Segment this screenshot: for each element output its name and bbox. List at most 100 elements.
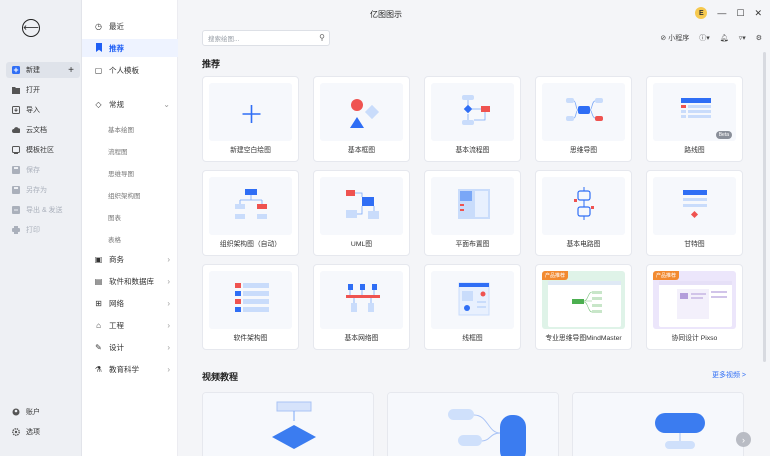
category-design[interactable]: ✎ 设计 › xyxy=(82,338,178,356)
uml-icon xyxy=(346,190,379,219)
flowchart-icon xyxy=(462,95,490,125)
rail-item-import[interactable]: 导入 xyxy=(6,102,80,118)
template-card-gantt[interactable]: 甘特图 xyxy=(646,170,743,256)
chevron-right-icon[interactable]: › xyxy=(736,432,751,447)
rail-item-label: 另存为 xyxy=(26,187,47,194)
category-recommended[interactable]: 推荐 xyxy=(82,39,178,57)
card-thumbnail: 产品推荐 xyxy=(542,271,625,329)
category-network[interactable]: ⊞ 网络 › xyxy=(82,294,178,312)
chevron-right-icon: › xyxy=(167,364,170,374)
gear-icon[interactable]: ⚙ xyxy=(756,34,762,42)
template-card-floorplan[interactable]: 平面布置图 xyxy=(424,170,521,256)
print-icon xyxy=(12,226,20,234)
category-engineering[interactable]: ⌂ 工程 › xyxy=(82,316,178,334)
rail-item-cloud[interactable]: 云文档 xyxy=(6,122,80,138)
rail-item-account[interactable]: 账户 xyxy=(6,404,80,420)
subcategory-org[interactable]: 组织架构图 xyxy=(108,190,141,200)
template-card-roadmap[interactable]: Beta 路线图 xyxy=(646,76,743,162)
rail-item-label: 导入 xyxy=(26,107,40,114)
org-chart-icon xyxy=(235,189,267,219)
mini-program-button[interactable]: ⊘ 小程序 xyxy=(660,33,689,43)
rail-item-options[interactable]: 选项 xyxy=(6,424,80,440)
chevron-right-icon: › xyxy=(167,320,170,330)
chevron-right-icon: › xyxy=(167,342,170,352)
database-icon: ▤ xyxy=(94,276,103,286)
tag-icon: ◇ xyxy=(95,99,102,109)
card-label: 线框图 xyxy=(462,335,483,342)
template-card-uml[interactable]: UML图 xyxy=(313,170,410,256)
subcategory-mindmap[interactable]: 思维导图 xyxy=(108,168,134,178)
video-card[interactable] xyxy=(202,392,374,456)
category-software[interactable]: ▤ 软件和数据库 › xyxy=(82,272,178,290)
folder-icon xyxy=(12,86,20,94)
template-card-flowchart[interactable]: 基本流程图 xyxy=(424,76,521,162)
rail-item-print[interactable]: 打印 xyxy=(6,222,80,238)
community-icon xyxy=(12,146,20,154)
card-label: 甘特图 xyxy=(684,241,705,248)
category-label: 教育科学 xyxy=(109,364,139,374)
template-card-software-arch[interactable]: 软件架构图 xyxy=(202,264,299,350)
avatar[interactable]: E xyxy=(695,7,708,19)
template-card-wireframe[interactable]: 线框图 xyxy=(424,264,521,350)
card-thumbnail xyxy=(653,177,736,235)
user-icon xyxy=(12,408,20,416)
card-label: 基本电路图 xyxy=(566,241,601,248)
rail-item-save-as[interactable]: 另存为 xyxy=(6,182,80,198)
video-card[interactable] xyxy=(572,392,744,456)
card-thumbnail xyxy=(209,177,292,235)
video-card[interactable] xyxy=(387,392,559,456)
subcategory-chart[interactable]: 图表 xyxy=(108,212,121,222)
template-card-network[interactable]: 基本网络图 xyxy=(313,264,410,350)
template-card-blank[interactable]: 新建空白绘图 xyxy=(202,76,299,162)
top-tools: ⊘ 小程序 ⓘ▾ 🔔︎ ▿▾ ⚙ xyxy=(660,33,762,43)
rail-item-save[interactable]: 保存 xyxy=(6,162,80,178)
scrollbar[interactable] xyxy=(763,52,766,362)
maximize-button[interactable]: ☐ xyxy=(736,8,744,19)
education-icon: ⚗ xyxy=(94,364,103,374)
subcategory-flowchart[interactable]: 流程图 xyxy=(108,146,128,156)
briefcase-icon: ▣ xyxy=(94,254,103,264)
category-recent[interactable]: ◷ 最近 xyxy=(82,17,178,35)
category-personal[interactable]: ▢ 个人模板 xyxy=(82,61,178,79)
template-card-mindmap[interactable]: 思维导图 xyxy=(535,76,632,162)
subcategory-table[interactable]: 表格 xyxy=(108,234,121,244)
template-card-mindmaster[interactable]: 产品推荐 专业思维导图MindMaster xyxy=(535,264,632,350)
bell-icon[interactable]: 🔔︎ xyxy=(720,34,729,42)
card-label: 思维导图 xyxy=(569,147,598,154)
search-input[interactable]: 搜索绘图... ⚲ xyxy=(202,30,330,46)
network-icon xyxy=(346,284,380,312)
app-title: 亿图图示 xyxy=(370,10,402,19)
search-icon[interactable]: ⚲ xyxy=(319,33,325,42)
category-general[interactable]: ◇ 常规 ⌄ xyxy=(82,95,178,113)
rail-item-label: 云文档 xyxy=(26,127,47,134)
minimize-button[interactable]: — xyxy=(717,8,726,18)
help-icon[interactable]: ⓘ▾ xyxy=(699,33,710,43)
category-education[interactable]: ⚗ 教育科学 › xyxy=(82,360,178,378)
category-business[interactable]: ▣ 商务 › xyxy=(82,250,178,268)
close-button[interactable]: ✕ xyxy=(754,8,762,19)
plus-square-icon xyxy=(12,66,20,74)
card-thumbnail xyxy=(431,271,514,329)
rail-item-export[interactable]: 导出 & 发送 xyxy=(6,202,80,218)
rail-item-community[interactable]: 模板社区 xyxy=(6,142,80,158)
category-label: 工程 xyxy=(109,320,124,330)
category-label: 常规 xyxy=(109,99,124,109)
card-thumbnail xyxy=(542,83,625,141)
import-icon xyxy=(12,106,20,114)
template-card-pixso[interactable]: 产品推荐 协同设计 Pixso xyxy=(646,264,743,350)
back-arrow-icon[interactable]: ⟵ xyxy=(22,19,40,37)
template-card-circuit[interactable]: 基本电路图 xyxy=(535,170,632,256)
template-card-basic-block[interactable]: 基本框图 xyxy=(313,76,410,162)
subcategory-basic[interactable]: 基本绘图 xyxy=(108,124,134,134)
category-label: 设计 xyxy=(109,342,124,352)
more-videos-link[interactable]: 更多视频 > xyxy=(712,370,746,380)
card-thumbnail xyxy=(320,83,403,141)
plus-icon xyxy=(242,105,261,123)
template-card-org-auto[interactable]: 组织架构图（自动） xyxy=(202,170,299,256)
add-icon[interactable]: + xyxy=(68,65,74,76)
card-thumbnail xyxy=(431,83,514,141)
rail-item-open[interactable]: 打开 xyxy=(6,82,80,98)
rail-item-new[interactable]: 新建 + xyxy=(6,62,80,78)
skin-icon[interactable]: ▿▾ xyxy=(739,34,746,42)
chevron-right-icon: › xyxy=(167,276,170,286)
